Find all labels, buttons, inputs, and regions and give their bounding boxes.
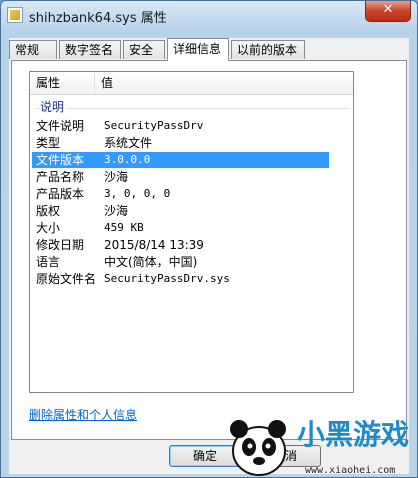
property-name: 类型 — [36, 136, 61, 150]
column-header-value[interactable]: 值 — [95, 72, 353, 94]
window-title: shihzbank64.sys 属性 — [29, 11, 167, 26]
file-icon — [7, 7, 23, 23]
remove-properties-link[interactable]: 删除属性和个人信息 — [29, 406, 137, 423]
close-button[interactable]: ✕ — [365, 1, 411, 22]
property-value: 459 KB — [104, 221, 144, 234]
list-item-file-version[interactable]: 文件版本 3.0.0.0 — [32, 152, 329, 168]
property-value: SecurityPassDrv.sys — [104, 272, 230, 285]
tab-security[interactable]: 安全 — [123, 40, 165, 59]
property-value: 3.0.0.0 — [104, 153, 151, 166]
list-item-product-name[interactable]: 产品名称 沙海 — [32, 169, 329, 185]
property-value: 沙海 — [104, 170, 129, 184]
property-name: 版权 — [36, 204, 61, 218]
property-name: 大小 — [36, 221, 61, 235]
property-name: 文件版本 — [36, 153, 85, 167]
list-item-type[interactable]: 类型 系统文件 — [32, 135, 329, 151]
property-value: 系统文件 — [104, 136, 153, 150]
title-bar[interactable]: shihzbank64.sys 属性 ✕ — [1, 1, 417, 31]
list-item-file-description[interactable]: 文件说明 SecurityPassDrv — [32, 118, 329, 134]
details-listview[interactable]: 属性 值 说明 文件说明 SecurityPassDrv 类型 系统文件 文件版… — [29, 71, 354, 393]
tab-general[interactable]: 常规 — [9, 40, 57, 59]
listview-header: 属性 值 — [30, 72, 353, 95]
panda-mascot-icon — [230, 420, 286, 476]
list-item-size[interactable]: 大小 459 KB — [32, 220, 329, 236]
property-name: 语言 — [36, 255, 61, 269]
list-item-product-version[interactable]: 产品版本 3, 0, 0, 0 — [32, 186, 329, 202]
list-item-original-filename[interactable]: 原始文件名 SecurityPassDrv.sys — [32, 271, 329, 287]
property-value: 中文(简体，中国) — [104, 255, 198, 269]
group-label: 说明 — [40, 100, 69, 114]
property-value: 沙海 — [104, 204, 129, 218]
property-name: 文件说明 — [36, 119, 85, 133]
tab-previous-versions[interactable]: 以前的版本 — [231, 40, 305, 59]
list-item-copyright[interactable]: 版权 沙海 — [32, 203, 329, 219]
property-name: 产品版本 — [36, 187, 85, 201]
list-item-date-modified[interactable]: 修改日期 2015/8/14 13:39 — [32, 237, 329, 253]
property-name: 产品名称 — [36, 170, 85, 184]
tab-digital-signature[interactable]: 数字签名 — [59, 40, 121, 59]
property-name: 修改日期 — [36, 238, 85, 252]
properties-window: shihzbank64.sys 属性 ✕ 常规 数字签名 安全 详细信息 以前的… — [0, 0, 418, 478]
property-name: 原始文件名 — [36, 272, 97, 286]
watermark-brand: 小黑游戏 — [297, 418, 410, 451]
column-header-property[interactable]: 属性 — [30, 72, 95, 94]
tab-details[interactable]: 详细信息 — [167, 38, 229, 61]
tab-strip: 常规 数字签名 安全 详细信息 以前的版本 — [9, 38, 409, 61]
property-value: 2015/8/14 13:39 — [104, 238, 204, 252]
property-value: 3, 0, 0, 0 — [104, 187, 171, 200]
list-item-language[interactable]: 语言 中文(简体，中国) — [32, 254, 329, 270]
watermark-logo: 小黑游戏 www.xiaohei.com — [221, 407, 417, 477]
watermark-url: www.xiaohei.com — [305, 465, 396, 476]
group-divider — [36, 108, 349, 109]
property-value: SecurityPassDrv — [104, 119, 204, 132]
group-description: 说明 — [36, 100, 349, 114]
